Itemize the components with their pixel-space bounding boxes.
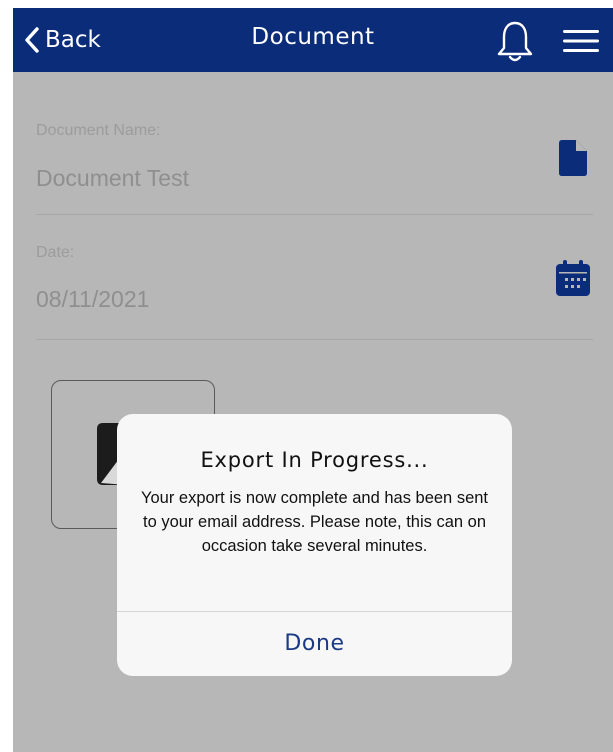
document-name-label: Document Name:: [36, 122, 161, 139]
calendar-icon[interactable]: [556, 260, 590, 296]
dialog-title: Export In Progress...: [200, 448, 429, 472]
document-name-value[interactable]: Document Test: [36, 165, 189, 192]
date-label: Date:: [36, 244, 75, 261]
document-icon[interactable]: [559, 140, 587, 176]
divider: [36, 214, 593, 215]
navigation-bar: Back Document: [13, 8, 613, 72]
chevron-left-icon: [25, 27, 39, 53]
export-alert-dialog: Export In Progress... Your export is now…: [117, 414, 512, 676]
dialog-message: Your export is now complete and has been…: [140, 489, 489, 555]
date-value[interactable]: 08/11/2021: [36, 286, 149, 313]
back-label: Back: [45, 27, 101, 53]
back-button[interactable]: Back: [25, 22, 101, 58]
hamburger-menu-icon[interactable]: [563, 28, 599, 54]
done-button[interactable]: Done: [117, 612, 512, 676]
divider: [36, 339, 593, 340]
bell-icon[interactable]: [497, 20, 533, 64]
document-screen: Back Document Document Name: Document Te…: [13, 8, 613, 752]
